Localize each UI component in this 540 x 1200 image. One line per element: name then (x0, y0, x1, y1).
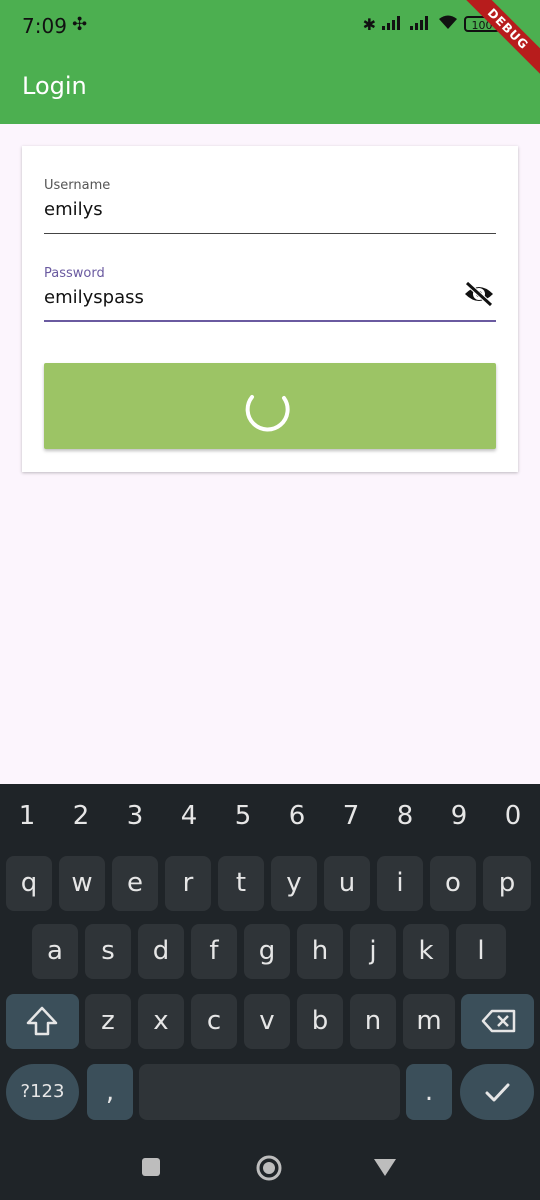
recents-icon[interactable] (140, 1156, 162, 1178)
key-q[interactable]: q (6, 856, 52, 911)
app-bar: Login (0, 52, 540, 124)
username-label: Username (44, 178, 111, 193)
key-e[interactable]: e (112, 856, 158, 911)
wifi-icon (438, 14, 458, 34)
username-underline (44, 233, 496, 234)
key-z[interactable]: z (85, 994, 131, 1049)
key-l[interactable]: l (456, 924, 506, 979)
login-card: Username emilys Password emilyspass (22, 146, 518, 472)
key-8[interactable]: 8 (378, 784, 432, 848)
key-d[interactable]: d (138, 924, 184, 979)
key-f[interactable]: f (191, 924, 237, 979)
key-u[interactable]: u (324, 856, 370, 911)
key-5[interactable]: 5 (216, 784, 270, 848)
key-i[interactable]: i (377, 856, 423, 911)
shift-key[interactable] (6, 994, 79, 1049)
shift-icon (26, 1006, 58, 1036)
loading-spinner-icon (245, 395, 290, 432)
key-4[interactable]: 4 (162, 784, 216, 848)
key-h[interactable]: h (297, 924, 343, 979)
key-v[interactable]: v (244, 994, 290, 1049)
bluetooth-icon: ✱ (362, 14, 376, 34)
enter-key[interactable] (460, 1064, 534, 1120)
key-g[interactable]: g (244, 924, 290, 979)
login-button[interactable] (44, 363, 496, 449)
comma-key[interactable]: , (87, 1064, 133, 1120)
password-underline (44, 320, 496, 322)
password-field[interactable]: Password emilyspass (44, 266, 496, 322)
navigation-bar (0, 1136, 540, 1200)
key-2[interactable]: 2 (54, 784, 108, 848)
password-input[interactable]: emilyspass (44, 287, 496, 308)
key-a[interactable]: a (32, 924, 78, 979)
key-t[interactable]: t (218, 856, 264, 911)
signal-icon (382, 14, 404, 34)
key-s[interactable]: s (85, 924, 131, 979)
username-field[interactable]: Username emilys (44, 178, 496, 234)
key-y[interactable]: y (271, 856, 317, 911)
key-p[interactable]: p (483, 856, 531, 911)
key-r[interactable]: r (165, 856, 211, 911)
backspace-key[interactable] (461, 994, 534, 1049)
key-n[interactable]: n (350, 994, 396, 1049)
status-bar: 7:09 ✣ ✱ 100 (0, 0, 540, 52)
key-j[interactable]: j (350, 924, 396, 979)
key-6[interactable]: 6 (270, 784, 324, 848)
symbols-key[interactable]: ?123 (6, 1064, 79, 1120)
key-w[interactable]: w (59, 856, 105, 911)
eye-off-icon[interactable] (462, 280, 496, 308)
key-7[interactable]: 7 (324, 784, 378, 848)
username-input[interactable]: emilys (44, 199, 496, 220)
password-label: Password (44, 266, 105, 281)
number-row: 1 2 3 4 5 6 7 8 9 0 (0, 784, 540, 848)
key-o[interactable]: o (430, 856, 476, 911)
key-c[interactable]: c (191, 994, 237, 1049)
status-time: 7:09 (22, 14, 67, 38)
key-1[interactable]: 1 (0, 784, 54, 848)
key-0[interactable]: 0 (486, 784, 540, 848)
space-key[interactable] (139, 1064, 400, 1120)
key-3[interactable]: 3 (108, 784, 162, 848)
signal-icon-2 (410, 14, 432, 34)
fan-icon: ✣ (72, 14, 88, 35)
key-x[interactable]: x (138, 994, 184, 1049)
page-title: Login (22, 72, 87, 100)
key-k[interactable]: k (403, 924, 449, 979)
backspace-icon (481, 1009, 516, 1033)
key-m[interactable]: m (403, 994, 455, 1049)
period-key[interactable]: . (406, 1064, 452, 1120)
key-b[interactable]: b (297, 994, 343, 1049)
home-icon[interactable] (255, 1154, 283, 1182)
checkmark-icon (485, 1083, 510, 1102)
key-9[interactable]: 9 (432, 784, 486, 848)
status-icons: ✱ 100 (363, 14, 500, 34)
back-icon[interactable] (372, 1156, 398, 1178)
